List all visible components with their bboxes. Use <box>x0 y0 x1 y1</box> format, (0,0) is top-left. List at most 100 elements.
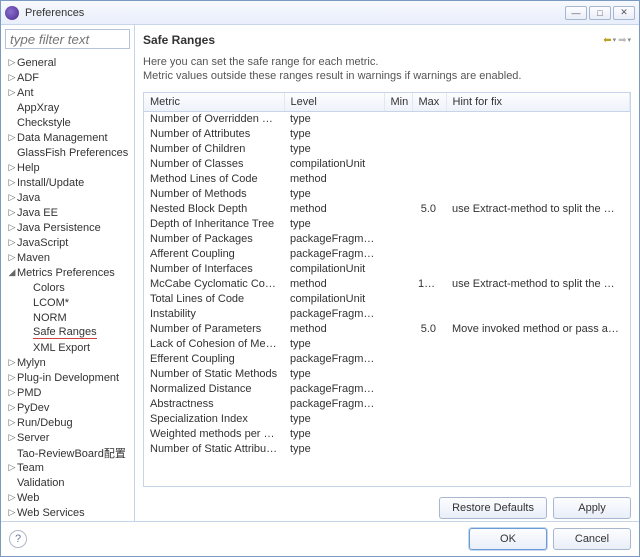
expand-icon[interactable]: ▷ <box>7 132 17 143</box>
table-row[interactable]: Number of PackagespackageFragmentRoot <box>144 231 630 246</box>
cell-hint[interactable] <box>446 381 630 396</box>
tree-item[interactable]: AppXray <box>5 100 134 115</box>
cell-hint[interactable] <box>446 171 630 186</box>
cell-min[interactable] <box>384 201 412 216</box>
cell-hint[interactable] <box>446 261 630 276</box>
tree-item[interactable]: ◢Metrics Preferences <box>5 265 134 280</box>
tree-item[interactable]: Safe Ranges <box>5 325 134 340</box>
table-row[interactable]: InstabilitypackageFragment <box>144 306 630 321</box>
expand-icon[interactable]: ▷ <box>7 252 17 263</box>
back-icon[interactable]: ⬅ <box>603 35 611 46</box>
table-row[interactable]: Afferent CouplingpackageFragment <box>144 246 630 261</box>
table-row[interactable]: Number of Childrentype <box>144 141 630 156</box>
cell-metric[interactable]: Number of Static Methods <box>144 366 284 381</box>
cell-hint[interactable] <box>446 441 630 456</box>
cell-metric[interactable]: Number of Classes <box>144 156 284 171</box>
tree-item[interactable]: ▷Java EE <box>5 205 134 220</box>
expand-icon[interactable]: ▷ <box>7 372 17 383</box>
tree-item[interactable]: ▷Install/Update <box>5 175 134 190</box>
cell-level[interactable]: method <box>284 321 384 336</box>
expand-icon[interactable]: ▷ <box>7 162 17 173</box>
table-row[interactable]: Method Lines of Codemethod <box>144 171 630 186</box>
cell-max[interactable]: 5.0 <box>412 321 446 336</box>
back-menu-icon[interactable]: ▾ <box>613 36 617 44</box>
cell-metric[interactable]: Number of Parameters <box>144 321 284 336</box>
cell-metric[interactable]: Normalized Distance <box>144 381 284 396</box>
expand-icon[interactable]: ▷ <box>7 402 17 413</box>
cell-min[interactable] <box>384 276 412 291</box>
col-metric[interactable]: Metric <box>144 93 284 112</box>
cell-hint[interactable] <box>446 336 630 351</box>
cell-min[interactable] <box>384 216 412 231</box>
preference-tree[interactable]: ▷General▷ADF▷AntAppXrayCheckstyle▷Data M… <box>1 53 134 521</box>
cell-metric[interactable]: Number of Overridden Methods <box>144 111 284 126</box>
tree-item[interactable]: ▷Ant <box>5 85 134 100</box>
cell-level[interactable]: compilationUnit <box>284 261 384 276</box>
apply-button[interactable]: Apply <box>553 497 631 519</box>
tree-item[interactable]: ▷Web Services <box>5 505 134 520</box>
expand-icon[interactable]: ▷ <box>7 507 17 518</box>
expand-icon[interactable]: ▷ <box>7 222 17 233</box>
cell-max[interactable] <box>412 231 446 246</box>
col-hint[interactable]: Hint for fix <box>446 93 630 112</box>
expand-icon[interactable]: ▷ <box>7 417 17 428</box>
table-row[interactable]: Number of ClassescompilationUnit <box>144 156 630 171</box>
cell-min[interactable] <box>384 426 412 441</box>
cell-min[interactable] <box>384 261 412 276</box>
col-max[interactable]: Max <box>412 93 446 112</box>
tree-item[interactable]: NORM <box>5 310 134 325</box>
table-row[interactable]: Weighted methods per Classtype <box>144 426 630 441</box>
cell-max[interactable] <box>412 381 446 396</box>
cell-level[interactable]: packageFragment <box>284 351 384 366</box>
cell-metric[interactable]: Method Lines of Code <box>144 171 284 186</box>
tree-item[interactable]: Tao-ReviewBoard配置 <box>5 445 134 460</box>
tree-item[interactable]: Validation <box>5 475 134 490</box>
cell-min[interactable] <box>384 126 412 141</box>
cell-metric[interactable]: Number of Children <box>144 141 284 156</box>
cell-level[interactable]: type <box>284 126 384 141</box>
table-row[interactable]: Number of Methodstype <box>144 186 630 201</box>
restore-defaults-button[interactable]: Restore Defaults <box>439 497 547 519</box>
table-row[interactable]: Nested Block Depthmethod5.0use Extract-m… <box>144 201 630 216</box>
cell-level[interactable]: type <box>284 411 384 426</box>
maximize-button[interactable]: □ <box>589 6 611 20</box>
cell-level[interactable]: type <box>284 186 384 201</box>
cell-min[interactable] <box>384 246 412 261</box>
tree-item[interactable]: ▷Java Persistence <box>5 220 134 235</box>
cell-level[interactable]: packageFragment <box>284 246 384 261</box>
metrics-table-wrap[interactable]: Metric Level Min Max Hint for fix Number… <box>143 92 631 487</box>
cell-hint[interactable] <box>446 366 630 381</box>
cell-max[interactable] <box>412 411 446 426</box>
tree-item[interactable]: XML Export <box>5 340 134 355</box>
cell-metric[interactable]: Specialization Index <box>144 411 284 426</box>
cell-level[interactable]: method <box>284 201 384 216</box>
cell-max[interactable]: 10.0 <box>412 276 446 291</box>
table-row[interactable]: Number of InterfacescompilationUnit <box>144 261 630 276</box>
tree-item[interactable]: ▷PMD <box>5 385 134 400</box>
table-row[interactable]: Depth of Inheritance Treetype <box>144 216 630 231</box>
cell-level[interactable]: type <box>284 216 384 231</box>
forward-menu-icon[interactable]: ▾ <box>627 36 631 44</box>
cell-min[interactable] <box>384 396 412 411</box>
tree-item[interactable]: ▷Run/Debug <box>5 415 134 430</box>
tree-item[interactable]: ▷PyDev <box>5 400 134 415</box>
cell-hint[interactable]: use Extract-method to split the method u… <box>446 276 630 291</box>
table-row[interactable]: Normalized DistancepackageFragment <box>144 381 630 396</box>
cell-level[interactable]: type <box>284 141 384 156</box>
cell-max[interactable] <box>412 291 446 306</box>
cell-level[interactable]: compilationUnit <box>284 291 384 306</box>
table-row[interactable]: Number of Static Attributestype <box>144 441 630 456</box>
cell-metric[interactable]: Number of Methods <box>144 186 284 201</box>
cell-max[interactable] <box>412 426 446 441</box>
expand-icon[interactable]: ▷ <box>7 387 17 398</box>
minimize-button[interactable]: — <box>565 6 587 20</box>
cell-hint[interactable] <box>446 246 630 261</box>
cell-metric[interactable]: Nested Block Depth <box>144 201 284 216</box>
cell-metric[interactable]: Afferent Coupling <box>144 246 284 261</box>
cell-metric[interactable]: Weighted methods per Class <box>144 426 284 441</box>
cell-level[interactable]: method <box>284 171 384 186</box>
cell-max[interactable] <box>412 261 446 276</box>
expand-icon[interactable]: ▷ <box>7 432 17 443</box>
cell-min[interactable] <box>384 336 412 351</box>
tree-item[interactable]: ▷Web <box>5 490 134 505</box>
